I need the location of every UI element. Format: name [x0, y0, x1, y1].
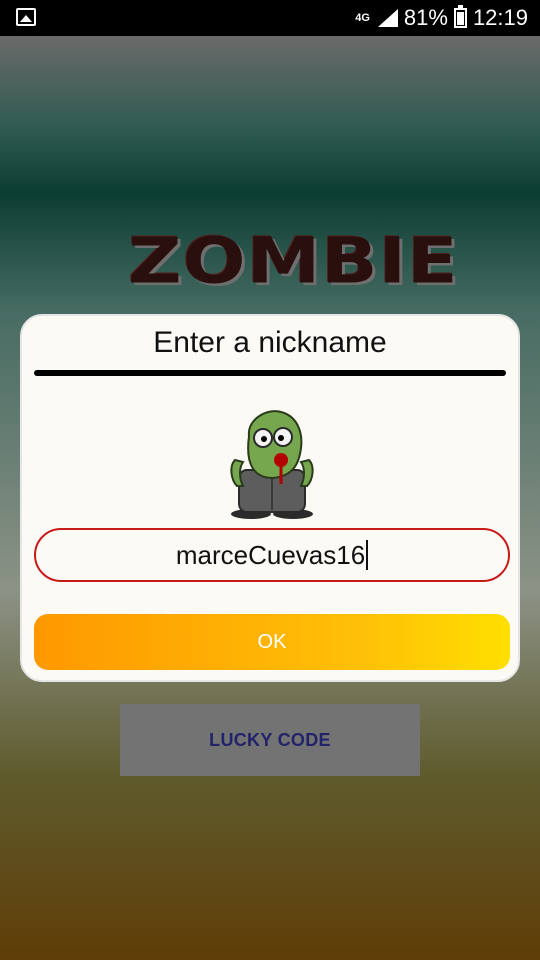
status-bar: 4G 81% 12:19	[0, 0, 540, 36]
gallery-icon	[16, 8, 36, 26]
zombie-logo: ZOMBIE	[128, 224, 459, 298]
clock: 12:19	[472, 5, 528, 30]
title-divider	[34, 370, 506, 376]
nickname-value: marceCuevas16	[175, 539, 366, 570]
status-right-group: 4G 81% 12:19	[355, 0, 528, 36]
nickname-input[interactable]: marceCuevas16	[34, 528, 510, 582]
ok-button[interactable]: OK	[34, 614, 510, 670]
battery-percent: 81%	[403, 5, 448, 30]
signal-icon	[377, 9, 398, 27]
nickname-dialog: Enter a nickname marceCuevas16 OK	[20, 314, 520, 682]
lucky-code-button[interactable]: LUCKY CODE	[120, 704, 420, 776]
text-caret	[366, 540, 369, 570]
dialog-title: Enter a nickname	[153, 326, 387, 359]
zombie-mascot-icon	[230, 410, 314, 519]
network-type: 4G	[355, 12, 370, 24]
battery-icon	[453, 5, 467, 28]
